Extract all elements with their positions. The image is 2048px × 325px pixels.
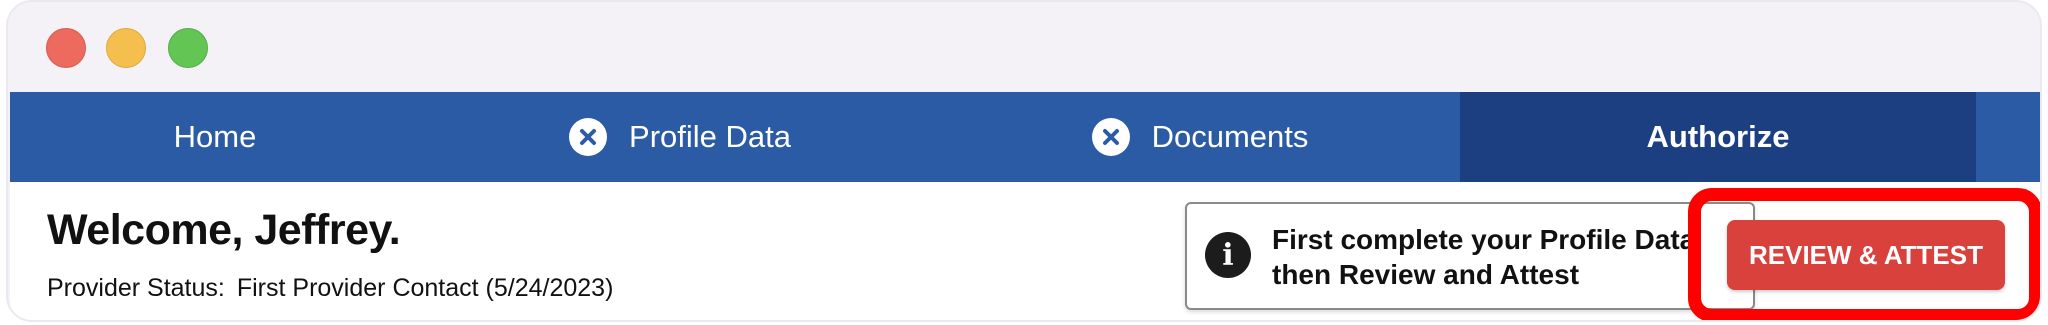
main-content: Welcome, Jeffrey. Provider Status: First …: [10, 182, 2040, 320]
tab-documents[interactable]: Documents: [940, 92, 1460, 182]
info-notice: i First complete your Profile Data then …: [1185, 202, 1755, 310]
tab-home-label: Home: [173, 119, 257, 154]
provider-status-label: Provider Status:: [47, 274, 225, 302]
notice-line-2: then Review and Attest: [1272, 259, 1580, 290]
tab-documents-label: Documents: [1151, 119, 1309, 154]
tab-profile-data-label: Profile Data: [629, 119, 791, 154]
tab-profile-data[interactable]: Profile Data: [420, 92, 940, 182]
main-nav: Home Profile Data Documents Authorize: [10, 92, 2040, 182]
title-bar: [8, 2, 2040, 92]
app-window: Home Profile Data Documents Authorize We…: [6, 0, 2042, 322]
zoom-window-button[interactable]: [168, 28, 208, 68]
provider-status-value: First Provider Contact (5/24/2023): [236, 274, 614, 302]
tab-home[interactable]: Home: [10, 92, 420, 182]
provider-status: Provider Status: First Provider Contact (…: [47, 274, 613, 303]
notice-line-1: First complete your Profile Data: [1272, 224, 1696, 255]
tab-authorize-label: Authorize: [1646, 119, 1790, 154]
minimize-window-button[interactable]: [106, 28, 146, 68]
notice-text: First complete your Profile Data then Re…: [1272, 222, 1712, 292]
tab-authorize[interactable]: Authorize: [1460, 92, 1976, 182]
close-window-button[interactable]: [46, 28, 86, 68]
nav-filler: [1976, 92, 2040, 182]
x-circle-icon: [569, 118, 608, 156]
page-title: Welcome, Jeffrey.: [47, 206, 401, 254]
info-icon: i: [1205, 232, 1251, 278]
x-circle-icon: [1091, 118, 1130, 156]
review-attest-button[interactable]: REVIEW & ATTEST: [1727, 220, 2005, 290]
